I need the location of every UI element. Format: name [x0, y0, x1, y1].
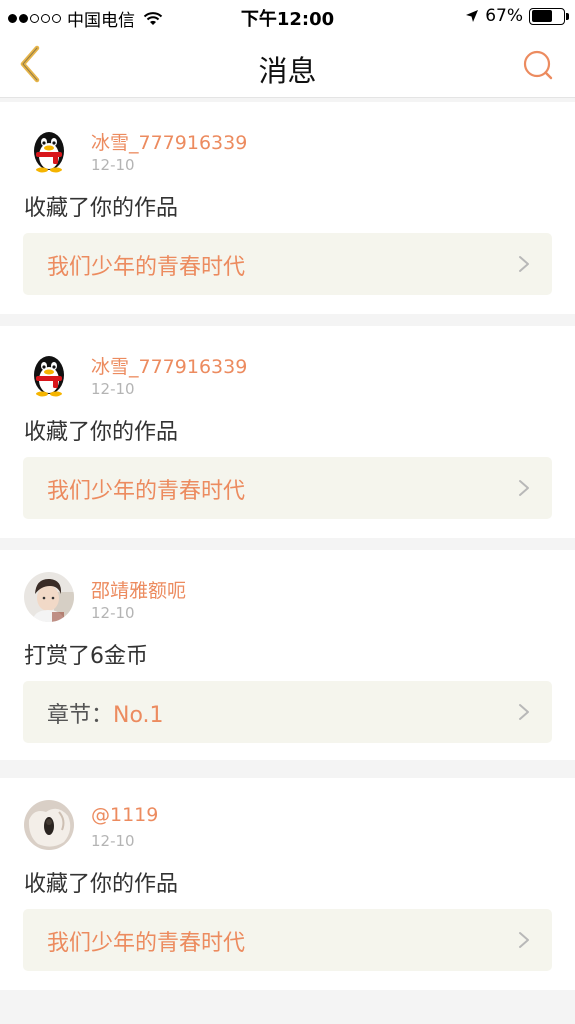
- work-title-text: 我们少年的青春时代: [47, 479, 246, 504]
- chapter-link[interactable]: 章节：No.1: [23, 681, 552, 743]
- message-date: 12-10: [91, 604, 135, 622]
- message-date: 12-10: [91, 832, 135, 850]
- work-title-text: 我们少年的青春时代: [47, 931, 246, 956]
- username[interactable]: 邵靖雅额呃: [91, 576, 186, 603]
- search-icon[interactable]: [521, 48, 555, 82]
- username[interactable]: 冰雪_777916339: [91, 128, 247, 155]
- status-bar: 中国电信 下午12:00 67%: [0, 0, 575, 32]
- message-card: @1119 12-10 收藏了你的作品 我们少年的青春时代: [0, 778, 575, 990]
- message-action: 打赏了6金币: [24, 644, 148, 669]
- nav-bar: 消息: [0, 32, 575, 98]
- work-title: 我们少年的青春时代: [47, 249, 245, 281]
- message-date: 12-10: [91, 156, 135, 174]
- message-card: 冰雪_777916339 12-10 收藏了你的作品 我们少年的青春时代: [0, 102, 575, 314]
- message-date: 12-10: [91, 380, 135, 398]
- chapter-title-text: No.1: [113, 703, 164, 728]
- qq-penguin-avatar[interactable]: [24, 348, 74, 398]
- status-right: 67%: [465, 6, 569, 26]
- work-title-text: 我们少年的青春时代: [47, 255, 246, 280]
- work-link[interactable]: 我们少年的青春时代: [23, 909, 552, 971]
- work-link[interactable]: 我们少年的青春时代: [23, 457, 552, 519]
- qq-penguin-avatar[interactable]: [24, 124, 74, 174]
- battery-icon: [529, 7, 569, 25]
- chevron-right-icon: [519, 480, 529, 496]
- message-action: 收藏了你的作品: [24, 872, 179, 897]
- message-card: 冰雪_777916339 12-10 收藏了你的作品 我们少年的青春时代: [0, 326, 575, 538]
- username[interactable]: 冰雪_777916339: [91, 352, 247, 379]
- message-action: 收藏了你的作品: [24, 196, 179, 221]
- work-title: 我们少年的青春时代: [47, 473, 245, 505]
- user-photo-avatar[interactable]: [24, 800, 74, 850]
- location-arrow-icon: [466, 10, 479, 22]
- chevron-right-icon: [519, 256, 529, 272]
- chevron-right-icon: [519, 704, 529, 720]
- message-card: 邵靖雅额呃 12-10 打赏了6金币 章节：No.1: [0, 550, 575, 760]
- chapter-title: 章节：No.1: [47, 697, 164, 729]
- battery-percent: 67%: [485, 6, 523, 26]
- chevron-right-icon: [519, 932, 529, 948]
- username[interactable]: @1119: [91, 804, 158, 826]
- chapter-label: 章节：: [47, 703, 114, 728]
- message-action: 收藏了你的作品: [24, 420, 179, 445]
- work-link[interactable]: 我们少年的青春时代: [23, 233, 552, 295]
- page-title: 消息: [258, 54, 317, 88]
- user-photo-avatar[interactable]: [24, 572, 74, 622]
- work-title: 我们少年的青春时代: [47, 925, 245, 957]
